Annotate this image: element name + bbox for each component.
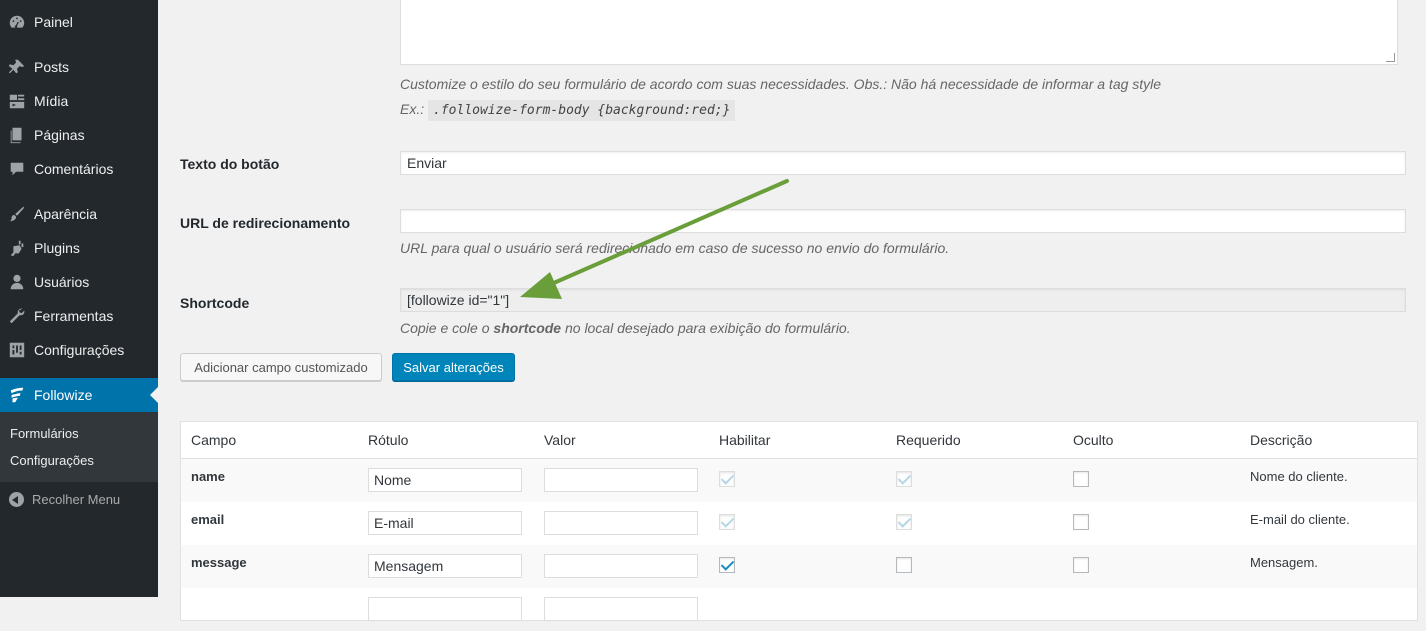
save-changes-button[interactable]: Salvar alterações — [392, 353, 515, 381]
button-text-input[interactable] — [400, 151, 1406, 175]
check-icon — [897, 471, 912, 485]
menu-item-plugins[interactable]: Plugins — [0, 231, 158, 265]
enable-checkbox[interactable] — [719, 471, 735, 487]
submenu-item-formularios[interactable]: Formulários — [10, 426, 79, 441]
field-name: message — [191, 555, 247, 570]
pin-icon — [0, 58, 34, 76]
field-description: E-mail do cliente. — [1250, 512, 1350, 527]
value-input[interactable] — [544, 554, 698, 578]
value-input[interactable] — [544, 511, 698, 535]
plugin-icon — [0, 239, 34, 257]
label-input[interactable] — [368, 597, 522, 621]
column-header-campo: Campo — [191, 432, 237, 448]
menu-item-painel[interactable]: Painel — [0, 5, 158, 39]
value-input[interactable] — [544, 597, 698, 621]
menu-item-comentarios[interactable]: Comentários — [0, 152, 158, 186]
custom-css-textarea[interactable] — [400, 0, 1398, 65]
enable-checkbox[interactable] — [719, 557, 735, 573]
menu-item-usuarios[interactable]: Usuários — [0, 265, 158, 299]
menu-item-label: Usuários — [34, 274, 90, 290]
menu-item-label: Posts — [34, 59, 70, 75]
css-example-code: .followize-form-body {background:red;} — [428, 100, 736, 121]
collapse-arrow-icon — [9, 491, 24, 507]
menu-item-label: Aparência — [34, 206, 98, 222]
brush-icon — [0, 205, 34, 223]
label-input[interactable] — [368, 511, 522, 535]
shortcode-help-bold: shortcode — [493, 320, 562, 336]
shortcode-help-before: Copie e cole o — [400, 320, 490, 336]
css-help-text: Customize o estilo do seu formulário de … — [400, 76, 1162, 92]
menu-item-label: Ferramentas — [34, 308, 114, 324]
media-icon — [0, 92, 34, 110]
submenu-item-configuracoes[interactable]: Configurações — [10, 453, 94, 468]
menu-item-label: Comentários — [34, 161, 114, 177]
active-indicator — [150, 387, 158, 403]
dashboard-icon — [0, 13, 34, 31]
enable-checkbox[interactable] — [719, 514, 735, 530]
menu-item-label: Painel — [34, 14, 73, 30]
menu-item-ferramentas[interactable]: Ferramentas — [0, 299, 158, 333]
shortcode-label: Shortcode — [180, 295, 250, 311]
menu-item-label: Configurações — [34, 342, 125, 358]
field-description: Mensagem. — [1250, 555, 1318, 570]
menu-item-configuracoes[interactable]: Configurações — [0, 333, 158, 367]
collapse-menu-label: Recolher Menu — [32, 491, 121, 507]
resize-handle-icon[interactable] — [1386, 53, 1395, 62]
menu-item-label: Mídia — [34, 93, 69, 109]
field-name: name — [191, 469, 225, 484]
users-icon — [0, 273, 34, 291]
menu-item-label: Páginas — [34, 127, 85, 143]
column-header-oculto: Oculto — [1073, 432, 1114, 448]
followize-submenu: Formulários Configurações — [0, 412, 158, 482]
table-row: message Mensagem. — [181, 545, 1417, 588]
custom-fields-table: Campo Rótulo Valor Habilitar Requerido O… — [180, 421, 1418, 621]
add-custom-field-button[interactable]: Adicionar campo customizado — [180, 353, 382, 381]
hidden-checkbox[interactable] — [1073, 557, 1089, 573]
table-row — [181, 588, 1417, 631]
table-row: name Nome do cliente. — [181, 459, 1417, 502]
collapse-menu-button[interactable]: Recolher Menu — [0, 486, 158, 512]
css-example: Ex.: .followize-form-body {background:re… — [400, 100, 736, 121]
check-icon — [720, 471, 735, 485]
field-description: Nome do cliente. — [1250, 469, 1348, 484]
menu-item-followize[interactable]: Followize — [0, 378, 158, 412]
shortcode-help-after: no local desejado para exibição do formu… — [564, 320, 851, 336]
menu-item-paginas[interactable]: Páginas — [0, 118, 158, 152]
comments-icon — [0, 160, 34, 178]
check-icon — [897, 514, 912, 528]
menu-item-midia[interactable]: Mídia — [0, 84, 158, 118]
column-header-requerido: Requerido — [896, 432, 961, 448]
required-checkbox[interactable] — [896, 557, 912, 573]
required-checkbox[interactable] — [896, 471, 912, 487]
button-text-label: Texto do botão — [180, 156, 280, 172]
label-input[interactable] — [368, 554, 522, 578]
pages-icon — [0, 126, 34, 144]
column-header-rotulo: Rótulo — [368, 432, 409, 448]
column-header-habilitar: Habilitar — [719, 432, 771, 448]
shortcode-help-text: Copie e cole o shortcode no local deseja… — [400, 320, 851, 336]
value-input[interactable] — [544, 468, 698, 492]
table-row: email E-mail do cliente. — [181, 502, 1417, 545]
check-icon — [720, 557, 735, 571]
settings-icon — [0, 341, 34, 359]
annotation-arrow — [520, 179, 789, 299]
redirect-url-label: URL de redirecionamento — [180, 215, 351, 231]
check-icon — [720, 514, 735, 528]
column-header-valor: Valor — [544, 432, 576, 448]
followize-icon — [0, 386, 34, 404]
admin-sidebar: Painel Posts Mídia Páginas Comentários A… — [0, 0, 158, 597]
hidden-checkbox[interactable] — [1073, 514, 1089, 530]
column-header-descricao: Descrição — [1250, 432, 1313, 448]
menu-item-label: Followize — [34, 387, 93, 403]
wrench-icon — [0, 307, 34, 325]
css-example-prefix: Ex.: — [400, 101, 425, 117]
menu-item-label: Plugins — [34, 240, 80, 256]
label-input[interactable] — [368, 468, 522, 492]
field-name: email — [191, 512, 225, 527]
required-checkbox[interactable] — [896, 514, 912, 530]
menu-item-aparencia[interactable]: Aparência — [0, 197, 158, 231]
menu-item-posts[interactable]: Posts — [0, 50, 158, 84]
hidden-checkbox[interactable] — [1073, 471, 1089, 487]
